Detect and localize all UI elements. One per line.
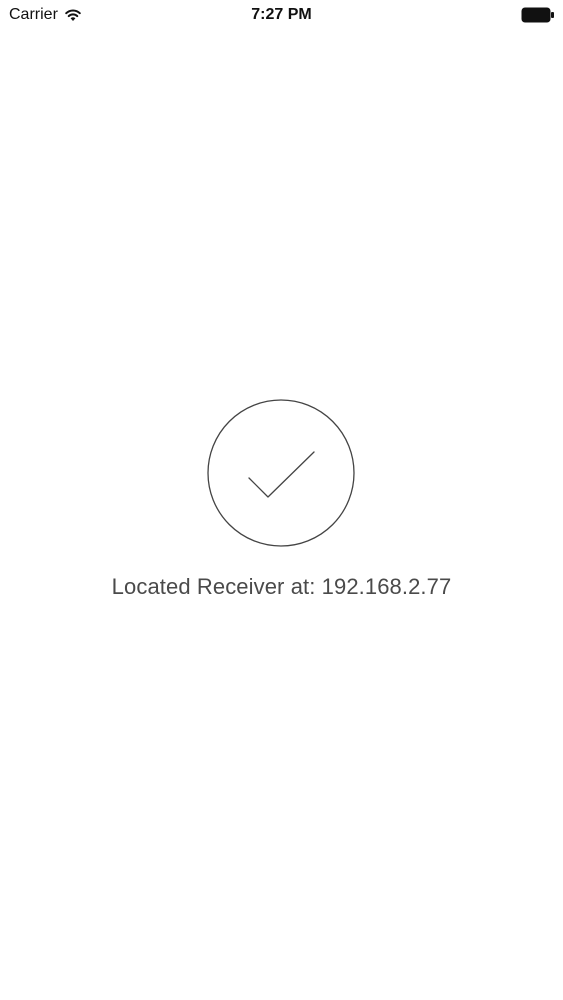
checkmark-circle-icon: [206, 398, 356, 548]
status-left: Carrier: [9, 4, 82, 26]
receiver-status-message: Located Receiver at: 192.168.2.77: [111, 574, 452, 599]
wifi-icon: [64, 8, 82, 22]
carrier-label: Carrier: [9, 6, 58, 23]
status-bar: Carrier 7:27 PM: [0, 0, 563, 30]
status-right: [521, 6, 555, 24]
status-time: 7:27 PM: [251, 6, 312, 23]
battery-icon: [521, 7, 555, 23]
